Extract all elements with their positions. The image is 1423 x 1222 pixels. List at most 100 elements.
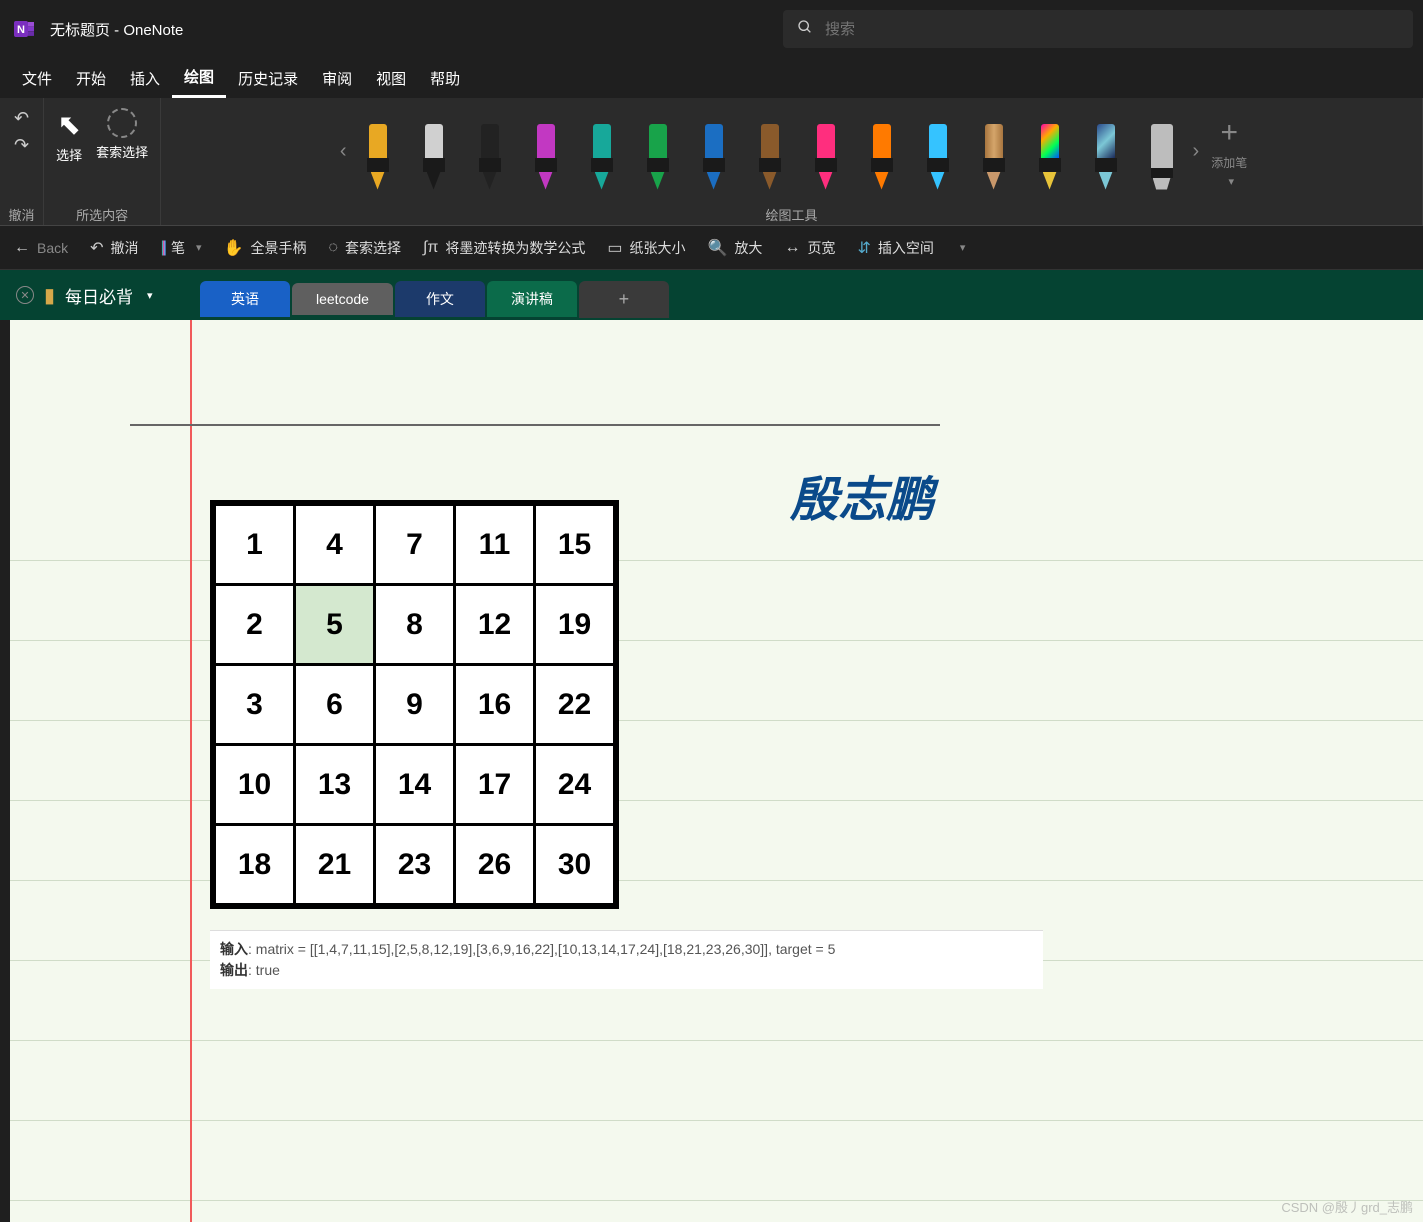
- matrix-cell: 12: [455, 585, 535, 665]
- code-block: 输入: matrix = [[1,4,7,11,15],[2,5,8,12,19…: [210, 930, 1043, 989]
- pen-tool-1[interactable]: [419, 124, 449, 192]
- menu-item-1[interactable]: 开始: [64, 60, 118, 97]
- notebook-title[interactable]: 每日必背: [65, 283, 133, 308]
- pan-label: 全景手柄: [250, 238, 306, 258]
- chevron-down-icon: ▾: [196, 241, 202, 254]
- matrix-cell: 9: [375, 665, 455, 745]
- zoom-in-button[interactable]: 🔍放大: [708, 238, 763, 258]
- menu-item-2[interactable]: 插入: [118, 60, 172, 97]
- ink2math-label: 将墨迹转换为数学公式: [445, 238, 585, 258]
- margin-line: [190, 320, 192, 1222]
- select-tool-button[interactable]: ⬉ 选择: [52, 102, 86, 170]
- menu-item-6[interactable]: 视图: [364, 60, 418, 97]
- section-tab-0[interactable]: 英语: [200, 281, 290, 317]
- menubar: 文件开始插入绘图历史记录审阅视图帮助: [0, 58, 1423, 98]
- matrix-cell: 30: [535, 825, 615, 905]
- select-label: 选择: [56, 145, 82, 164]
- menu-item-7[interactable]: 帮助: [418, 60, 472, 97]
- pen-scroll-left[interactable]: ‹: [334, 140, 353, 163]
- notebook-icon: ▮: [44, 283, 55, 308]
- pen-tool-0[interactable]: [363, 124, 393, 192]
- pen-tool-11[interactable]: [979, 124, 1009, 192]
- menu-item-5[interactable]: 审阅: [310, 60, 364, 97]
- pen-tool-7[interactable]: [755, 124, 785, 192]
- signature-handwriting: 殷志鹏: [790, 460, 934, 530]
- matrix-cell: 26: [455, 825, 535, 905]
- close-panel-icon[interactable]: ✕: [16, 286, 34, 304]
- matrix-cell: 6: [295, 665, 375, 745]
- secondary-toolbar: ←Back ↶撤消 |||笔▾ ✋全景手柄 ◌套索选择 ∫π将墨迹转换为数学公式…: [0, 226, 1423, 270]
- math-icon: ∫π: [423, 239, 438, 257]
- matrix-cell: 13: [295, 745, 375, 825]
- undo-group-label: 撤消: [9, 201, 35, 223]
- pen-tool-8[interactable]: [811, 124, 841, 192]
- page-rule: [10, 1040, 1423, 1041]
- matrix-cell: 11: [455, 505, 535, 585]
- insert-space-button[interactable]: ⇵插入空间: [857, 238, 933, 258]
- pen-tool-10[interactable]: [923, 124, 953, 192]
- cursor-icon: ⬉: [57, 108, 80, 141]
- search-input[interactable]: [825, 21, 1399, 38]
- add-pen-button[interactable]: + 添加笔 ▾: [1209, 110, 1249, 194]
- back-icon: ←: [14, 239, 30, 257]
- search-icon: [797, 19, 813, 40]
- pen-tool-2[interactable]: [475, 124, 505, 192]
- pen-tool-14[interactable]: [1147, 124, 1177, 192]
- menu-item-0[interactable]: 文件: [10, 60, 64, 97]
- matrix-cell: 22: [535, 665, 615, 745]
- matrix-cell: 1: [215, 505, 295, 585]
- sec-undo-button[interactable]: ↶撤消: [90, 238, 138, 258]
- section-tab-2[interactable]: 作文: [395, 281, 485, 317]
- section-tab-3[interactable]: 演讲稿: [487, 281, 577, 317]
- page-canvas[interactable]: 殷志鹏 147111525812193691622101314172418212…: [10, 320, 1423, 1222]
- redo-icon[interactable]: ↷: [14, 135, 29, 156]
- pan-button[interactable]: ✋全景手柄: [224, 238, 307, 258]
- sec-pen-button[interactable]: |||笔▾: [161, 238, 202, 258]
- matrix-cell: 2: [215, 585, 295, 665]
- sec-lasso-button[interactable]: ◌套索选择: [328, 238, 401, 258]
- window-title: 无标题页 - OneNote: [50, 19, 183, 40]
- ribbon: ↶ ↷ 撤消 ⬉ 选择 套索选择 所选内容 ‹ › + 添加笔 ▾: [0, 98, 1423, 226]
- menu-item-4[interactable]: 历史记录: [226, 60, 310, 97]
- back-button[interactable]: ←Back: [14, 239, 68, 257]
- page-width-button[interactable]: ↔页宽: [784, 238, 835, 258]
- overflow-button[interactable]: ▾: [956, 241, 966, 254]
- titlebar: N 无标题页 - OneNote: [0, 0, 1423, 58]
- chevron-down-icon[interactable]: ▾: [147, 289, 153, 302]
- matrix-cell: 15: [535, 505, 615, 585]
- add-section-button[interactable]: +: [579, 281, 669, 318]
- pen-tool-6[interactable]: [699, 124, 729, 192]
- pen-scroll-right[interactable]: ›: [1187, 140, 1206, 163]
- search-box[interactable]: [783, 10, 1413, 48]
- matrix-cell: 21: [295, 825, 375, 905]
- pen-tool-3[interactable]: [531, 124, 561, 192]
- paper-icon: ▭: [607, 238, 622, 258]
- page-width-icon: ↔: [784, 239, 800, 257]
- lasso-tool-button[interactable]: 套索选择: [92, 102, 152, 167]
- notebook-row: ✕ ▮ 每日必背 ▾ 英语leetcode作文演讲稿+: [0, 270, 1423, 320]
- sec-pen-label: 笔: [171, 238, 185, 258]
- pen-tool-9[interactable]: [867, 124, 897, 192]
- paper-size-button[interactable]: ▭ 纸张大小: [607, 238, 685, 258]
- pen-tool-5[interactable]: [643, 124, 673, 192]
- pen-tool-4[interactable]: [587, 124, 617, 192]
- matrix-cell: 23: [375, 825, 455, 905]
- menu-item-3[interactable]: 绘图: [172, 58, 226, 98]
- matrix-cell: 19: [535, 585, 615, 665]
- insert-space-label: 插入空间: [878, 238, 934, 258]
- ink-to-math-button[interactable]: ∫π 将墨迹转换为数学公式: [423, 238, 585, 258]
- matrix-cell: 24: [535, 745, 615, 825]
- paper-size-label: 纸张大小: [630, 238, 686, 258]
- input-label: 输入: [220, 941, 248, 957]
- section-tab-1[interactable]: leetcode: [292, 283, 393, 315]
- input-text: : matrix = [[1,4,7,11,15],[2,5,8,12,19],…: [248, 941, 835, 957]
- draw-tools-group-label: 绘图工具: [766, 201, 818, 223]
- matrix-grid: 1471115258121936916221013141724182123263…: [210, 500, 619, 909]
- pen-tool-13[interactable]: [1091, 124, 1121, 192]
- sec-undo-label: 撤消: [111, 238, 139, 258]
- matrix-cell: 17: [455, 745, 535, 825]
- undo-icon[interactable]: ↶: [14, 108, 29, 129]
- matrix-cell: 3: [215, 665, 295, 745]
- pen-tool-12[interactable]: [1035, 124, 1065, 192]
- content-divider: [130, 424, 940, 426]
